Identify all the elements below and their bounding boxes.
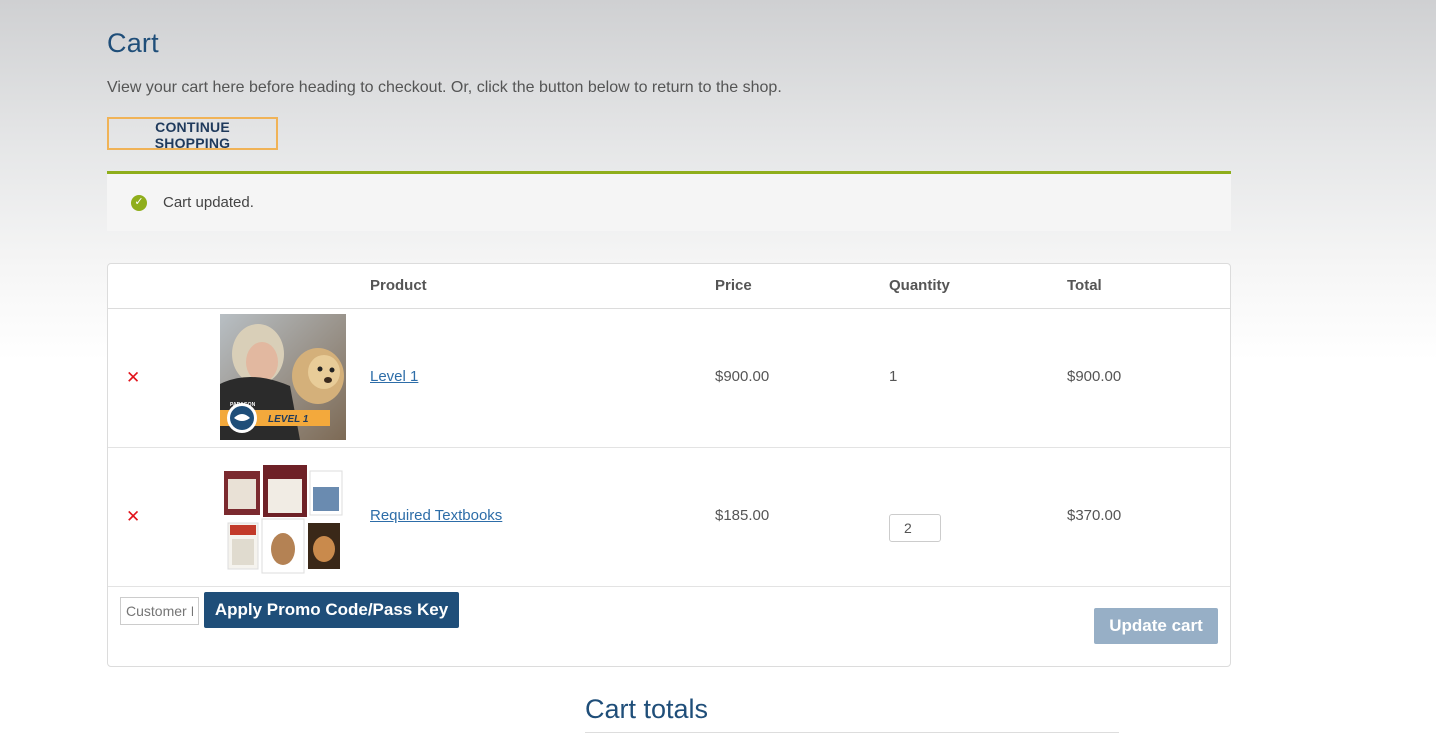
header-total: Total xyxy=(1067,277,1102,294)
header-price: Price xyxy=(715,277,752,294)
page-title: Cart xyxy=(107,28,159,58)
header-quantity: Quantity xyxy=(889,277,950,294)
total-cell: $900.00 xyxy=(1067,368,1122,385)
coupon-code-input[interactable] xyxy=(120,597,199,625)
product-thumbnail-textbooks[interactable] xyxy=(220,453,346,579)
level-1-image: LEVEL 1 PARAGON xyxy=(220,314,346,440)
total-cell: $370.00 xyxy=(1067,507,1122,524)
quantity-input[interactable] xyxy=(889,514,941,542)
price-cell: $185.00 xyxy=(715,507,770,524)
product-name-cell: Required Textbooks xyxy=(370,507,502,524)
table-row: ✕ xyxy=(108,447,1230,587)
update-cart-button[interactable]: Update cart xyxy=(1094,608,1218,644)
thumb-badge: LEVEL 1 xyxy=(268,414,309,425)
product-link-required-textbooks[interactable]: Required Textbooks xyxy=(370,507,502,524)
continue-shopping-button[interactable]: CONTINUE SHOPPING xyxy=(107,117,278,151)
notice-message: Cart updated. xyxy=(163,194,254,211)
cart-updated-notice: ✓ Cart updated. xyxy=(107,171,1231,231)
product-name-cell: Level 1 xyxy=(370,368,418,385)
remove-x-icon[interactable]: ✕ xyxy=(126,508,140,525)
table-row: ✕ xyxy=(108,308,1230,448)
cart-totals-heading: Cart totals xyxy=(585,694,709,724)
price-cell: $900.00 xyxy=(715,368,770,385)
cart-table: Product Price Quantity Total ✕ LEVEL 1 P… xyxy=(107,263,1231,667)
remove-x-icon[interactable]: ✕ xyxy=(126,369,140,386)
cart-intro-text: View your cart here before heading to ch… xyxy=(107,79,782,96)
check-circle-icon: ✓ xyxy=(131,194,147,211)
textbooks-image xyxy=(220,453,346,579)
header-product: Product xyxy=(370,277,427,294)
apply-promo-code-button[interactable]: Apply Promo Code/Pass Key xyxy=(204,592,459,628)
product-link-level-1[interactable]: Level 1 xyxy=(370,368,418,385)
product-thumbnail-level-1[interactable]: LEVEL 1 PARAGON xyxy=(220,314,346,440)
quantity-value: 1 xyxy=(889,368,898,385)
cart-totals-divider xyxy=(585,732,1119,733)
thumb-brand: PARAGON xyxy=(230,402,256,408)
cart-table-header: Product Price Quantity Total xyxy=(108,264,1230,309)
